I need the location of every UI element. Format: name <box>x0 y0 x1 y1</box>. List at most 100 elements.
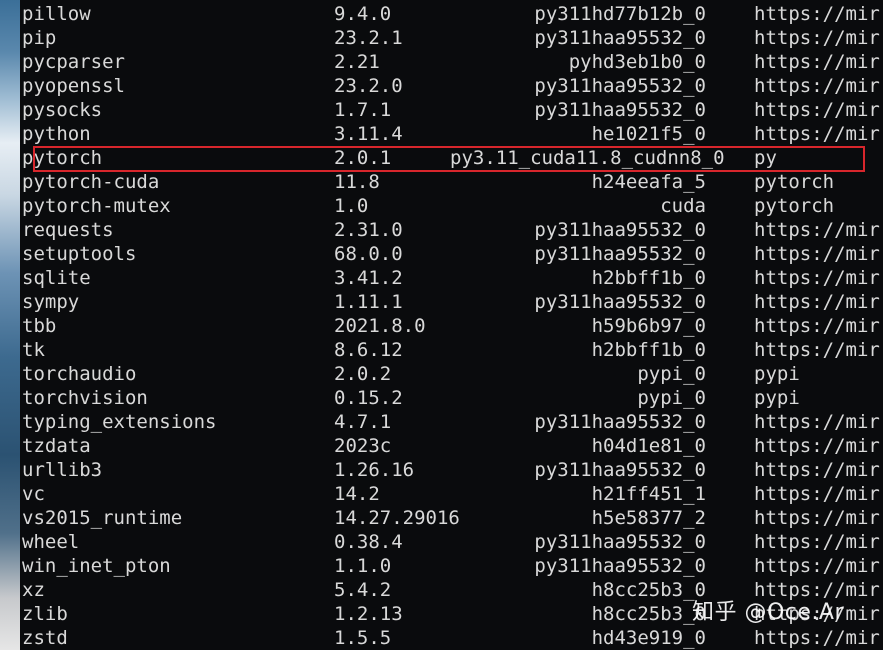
package-build: py311hd77b12b_0 <box>534 3 706 25</box>
package-channel: https://mir <box>754 219 880 241</box>
package-build: py311haa95532_0 <box>534 243 706 265</box>
package-channel: https://mir <box>754 267 880 289</box>
package-row-pycparser: pycparser 2.21 pyhd3eb1b0_0 https://mir <box>20 50 883 74</box>
package-version: 2021.8.0 <box>334 315 426 337</box>
package-name: wheel <box>22 531 80 553</box>
package-name: sqlite <box>22 267 91 289</box>
package-row-sympy: sympy 1.11.1 py311haa95532_0 https://mir <box>20 290 883 314</box>
package-name: urllib3 <box>22 459 103 481</box>
package-name: torchaudio <box>22 363 137 385</box>
package-row-urllib3: urllib3 1.26.16 py311haa95532_0 https://mir <box>20 458 883 482</box>
package-name: typing_extensions <box>22 411 217 433</box>
package-row-setuptools: setuptools 68.0.0 py311haa95532_0 https://m… <box>20 242 883 266</box>
package-row-requests: requests 2.31.0 py311haa95532_0 https://mir <box>20 218 883 242</box>
package-row-pytorch-cuda: pytorch-cuda 11.8 h24eeafa_5 pytorch <box>20 170 883 194</box>
package-row-pytorch-mutex: pytorch-mutex 1.0 cuda pytorch <box>20 194 883 218</box>
package-build: h2bbff1b_0 <box>591 339 706 361</box>
package-build: he1021f5_0 <box>591 123 706 145</box>
package-build: h04d1e81_0 <box>591 435 706 457</box>
package-build: h24eeafa_5 <box>591 171 706 193</box>
package-name: zlib <box>22 603 68 625</box>
package-version: 11.8 <box>334 171 380 193</box>
package-channel: https://mir <box>754 315 880 337</box>
package-version: 1.0 <box>334 195 369 217</box>
package-version: 23.2.1 <box>334 27 403 49</box>
package-name: sympy <box>22 291 80 313</box>
package-name: vs2015_runtime <box>22 507 183 529</box>
package-name: xz <box>22 579 45 601</box>
package-version: 3.11.4 <box>334 123 403 145</box>
package-version: 1.26.16 <box>334 459 415 481</box>
package-build: h8cc25b3_0 <box>591 603 706 625</box>
package-version: 3.41.2 <box>334 267 403 289</box>
package-name: requests <box>22 219 114 241</box>
package-build: pyhd3eb1b0_0 <box>568 51 706 73</box>
package-version: 2.0.2 <box>334 363 392 385</box>
package-build: py311haa95532_0 <box>534 411 706 433</box>
package-row-pysocks: pysocks 1.7.1 py311haa95532_0 https://mir <box>20 98 883 122</box>
package-version: 8.6.12 <box>334 339 403 361</box>
package-build: h59b6b97_0 <box>591 315 706 337</box>
package-row-torchvision: torchvision 0.15.2 pypi_0 pypi <box>20 386 883 410</box>
package-build: py3.11_cuda11.8_cudnn8_0 <box>450 147 725 169</box>
package-row-pytorch: pytorch 2.0.1 py3.11_cuda11.8_cudnn8_0 py <box>20 146 883 170</box>
package-name: pycparser <box>22 51 125 73</box>
package-channel: https://mir <box>754 339 880 361</box>
package-channel: pytorch <box>754 171 835 193</box>
package-row-win_inet_pton: win_inet_pton 1.1.0 py311haa95532_0 https:/… <box>20 554 883 578</box>
package-row-vs2015_runtime: vs2015_runtime 14.27.29016 h5e58377_2 https… <box>20 506 883 530</box>
package-name: pytorch-mutex <box>22 195 171 217</box>
package-build: py311haa95532_0 <box>534 99 706 121</box>
package-version: 2.0.1 <box>334 147 392 169</box>
package-version: 1.11.1 <box>334 291 403 313</box>
package-channel: https://mir <box>754 3 880 25</box>
package-channel: https://mir <box>754 483 880 505</box>
package-name: tzdata <box>22 435 91 457</box>
package-version: 68.0.0 <box>334 243 403 265</box>
package-row-python: python 3.11.4 he1021f5_0 https://mir <box>20 122 883 146</box>
package-channel: https://mir <box>754 291 880 313</box>
package-channel: https://mir <box>754 627 880 649</box>
package-row-sqlite: sqlite 3.41.2 h2bbff1b_0 https://mir <box>20 266 883 290</box>
package-version: 0.38.4 <box>334 531 403 553</box>
package-build: h2bbff1b_0 <box>591 267 706 289</box>
package-build: py311haa95532_0 <box>534 27 706 49</box>
package-row-tzdata: tzdata 2023c h04d1e81_0 https://mir <box>20 434 883 458</box>
package-row-vc: vc 14.2 h21ff451_1 https://mir <box>20 482 883 506</box>
package-channel: https://mir <box>754 555 880 577</box>
package-build: py311haa95532_0 <box>534 75 706 97</box>
terminal-window[interactable]: pillow 9.4.0 py311hd77b12b_0 https://mir pip… <box>20 0 883 650</box>
package-channel: https://mir <box>754 51 880 73</box>
package-name: zstd <box>22 627 68 649</box>
package-build: py311haa95532_0 <box>534 291 706 313</box>
package-version: 0.15.2 <box>334 387 403 409</box>
package-build: h8cc25b3_0 <box>591 579 706 601</box>
package-name: tk <box>22 339 45 361</box>
package-version: 2.21 <box>334 51 380 73</box>
package-row-tbb: tbb 2021.8.0 h59b6b97_0 https://mir <box>20 314 883 338</box>
package-version: 1.5.5 <box>334 627 392 649</box>
package-row-torchaudio: torchaudio 2.0.2 pypi_0 pypi <box>20 362 883 386</box>
package-build: pypi_0 <box>637 363 706 385</box>
package-row-wheel: wheel 0.38.4 py311haa95532_0 https://mir <box>20 530 883 554</box>
package-channel: py <box>754 147 777 169</box>
package-version: 2.31.0 <box>334 219 403 241</box>
package-build: py311haa95532_0 <box>534 459 706 481</box>
package-version: 2023c <box>334 435 392 457</box>
package-channel: https://mir <box>754 531 880 553</box>
package-build: h5e58377_2 <box>591 507 706 529</box>
package-channel: pypi <box>754 363 800 385</box>
package-version: 9.4.0 <box>334 3 392 25</box>
package-version: 4.7.1 <box>334 411 392 433</box>
package-row-pillow: pillow 9.4.0 py311hd77b12b_0 https://mir <box>20 2 883 26</box>
package-build: cuda <box>660 195 706 217</box>
package-channel: https://mir <box>754 411 880 433</box>
package-channel: https://mir <box>754 123 880 145</box>
package-version: 5.4.2 <box>334 579 392 601</box>
package-channel: pytorch <box>754 195 835 217</box>
package-channel: https://mir <box>754 75 880 97</box>
package-row-pip: pip 23.2.1 py311haa95532_0 https://mir <box>20 26 883 50</box>
package-name: pip <box>22 27 57 49</box>
package-name: pyopenssl <box>22 75 125 97</box>
package-channel: https://mir <box>754 243 880 265</box>
